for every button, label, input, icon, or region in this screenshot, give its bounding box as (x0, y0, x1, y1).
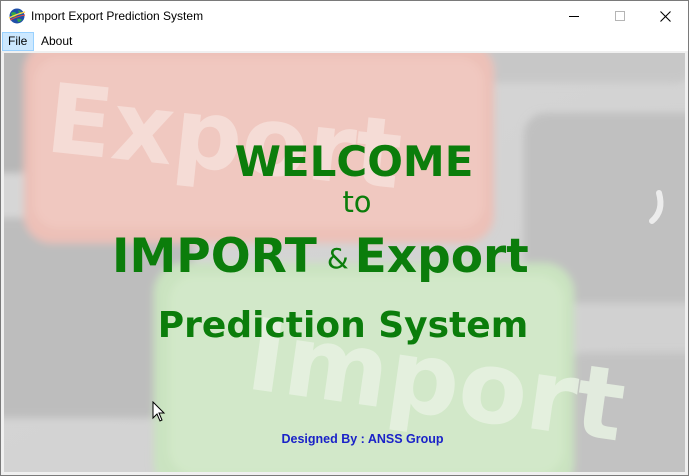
splash-panel: Export Import WELCOME to IMPORT & Export P… (4, 53, 685, 472)
import-word: IMPORT (112, 229, 317, 284)
splash-text: WELCOME to IMPORT & Export Prediction Syst… (4, 53, 685, 472)
minimize-button[interactable] (551, 1, 597, 31)
title-bar[interactable]: Import Export Prediction System (1, 1, 688, 32)
minimize-icon (569, 16, 579, 17)
maximize-icon (615, 11, 625, 21)
mouse-cursor-icon (152, 401, 166, 422)
close-icon (659, 10, 671, 22)
close-button[interactable] (642, 1, 688, 31)
menu-bar: File About (1, 32, 688, 51)
app-window: Import Export Prediction System File Abo… (0, 0, 689, 476)
import-export-heading: IMPORT & Export (112, 229, 529, 284)
app-globe-icon (8, 8, 26, 24)
menu-about[interactable]: About (35, 32, 81, 51)
welcome-heading: WELCOME (234, 137, 474, 186)
export-word: Export (354, 229, 529, 284)
maximize-button[interactable] (597, 1, 643, 31)
designed-by-credit: Designed By : ANSS Group (281, 432, 444, 446)
menu-file[interactable]: File (2, 32, 34, 51)
window-title: Import Export Prediction System (31, 9, 204, 23)
ampersand: & (326, 242, 349, 275)
to-text: to (342, 185, 372, 219)
prediction-system-heading: Prediction System (157, 305, 529, 346)
